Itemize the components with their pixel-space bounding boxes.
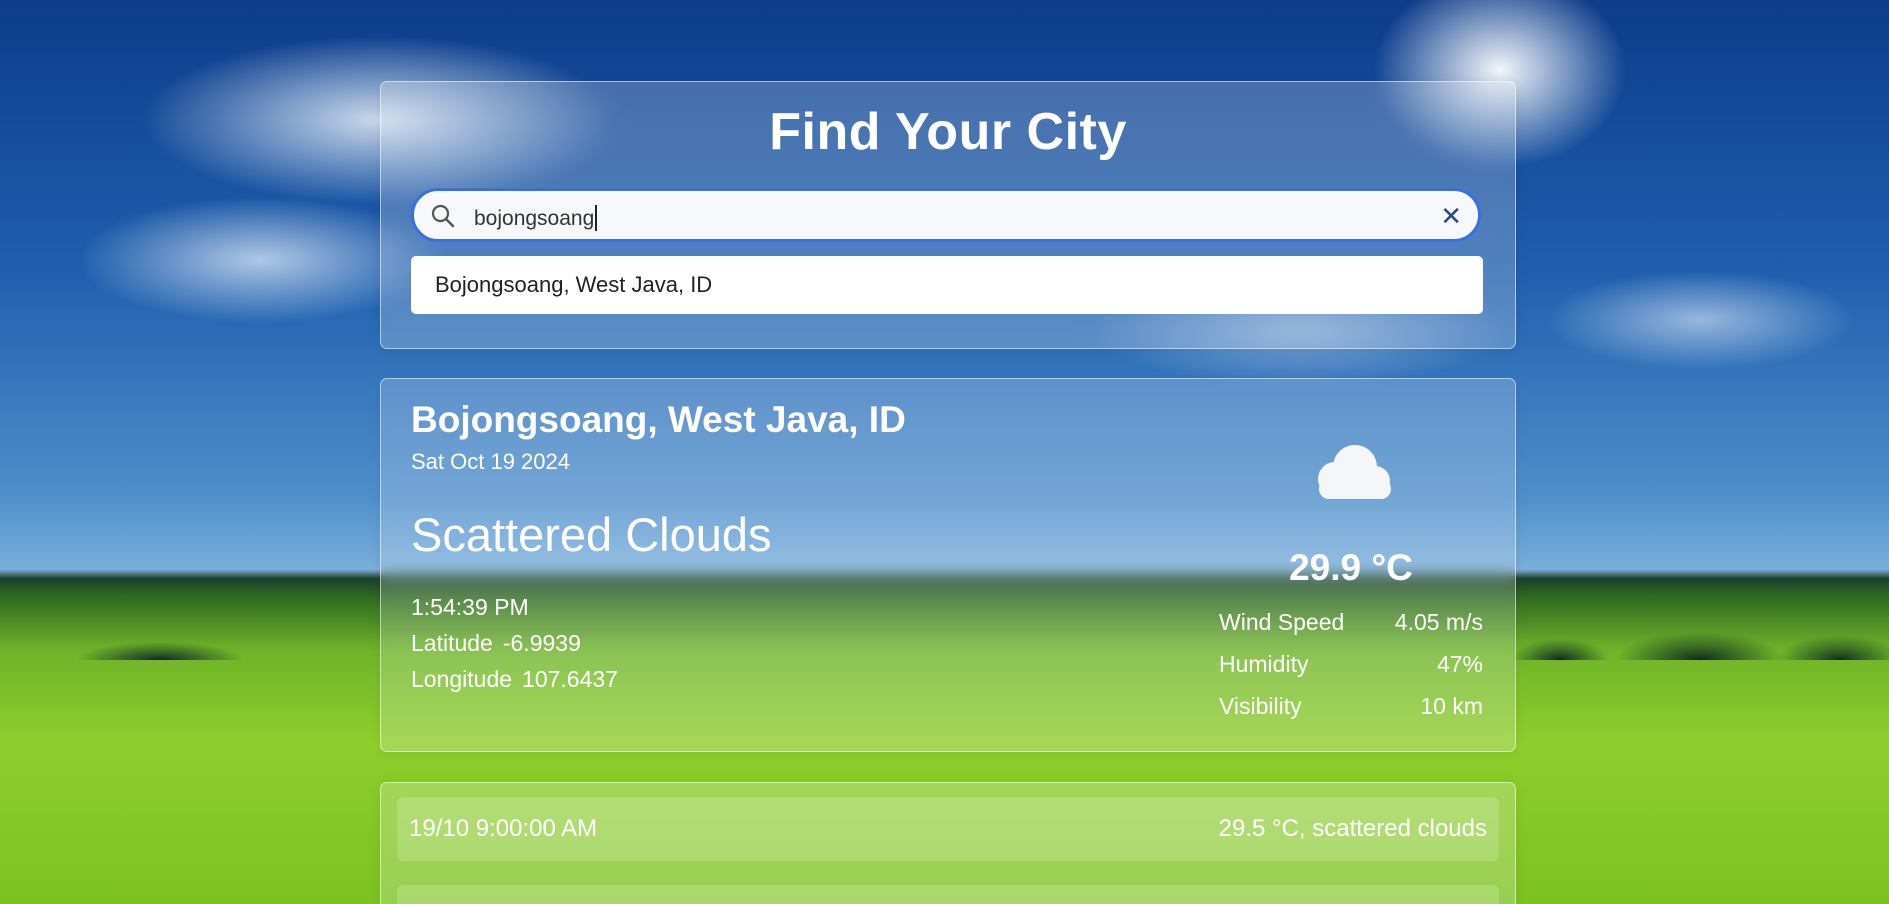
stat-wind-speed: Wind Speed 4.05 m/s <box>1219 601 1483 643</box>
weather-card: Bojongsoang, West Java, ID Sat Oct 19 20… <box>380 378 1516 752</box>
latitude-row: Latitude -6.9939 <box>411 625 618 661</box>
weather-condition: Scattered Clouds <box>411 508 772 561</box>
forecast-summary: 29.5 °C, scattered clouds <box>1218 815 1487 842</box>
forecast-time: 19/10 9:00:00 AM <box>409 815 598 842</box>
stat-label: Wind Speed <box>1219 608 1345 635</box>
stat-humidity: Humidity 47% <box>1219 643 1483 685</box>
clear-icon[interactable]: ✕ <box>1440 201 1462 232</box>
stat-value: 10 km <box>1420 692 1483 719</box>
latitude-value: -6.9939 <box>502 630 581 656</box>
forecast-row: 19/10 9:00:00 AM 29.5 °C, scattered clou… <box>397 797 1499 861</box>
longitude-value: 107.6437 <box>522 666 618 692</box>
temperature: 29.9 °C <box>1289 547 1413 588</box>
stat-label: Visibility <box>1219 692 1302 719</box>
latitude-label: Latitude <box>411 630 493 656</box>
text-caret <box>595 205 598 231</box>
weather-date: Sat Oct 19 2024 <box>411 449 570 474</box>
location-info: 1:54:39 PM Latitude -6.9939 Longitude 107.… <box>411 589 618 697</box>
longitude-label: Longitude <box>411 666 513 692</box>
search-icon <box>431 204 455 228</box>
stat-value: 4.05 m/s <box>1394 608 1483 635</box>
search-card: Find Your City bojongsoang ✕ Bojongsoang… <box>380 81 1516 349</box>
search-input-value[interactable]: bojongsoang <box>474 205 598 231</box>
city-name: Bojongsoang, West Java, ID <box>411 399 906 440</box>
forecast-card: 19/10 9:00:00 AM 29.5 °C, scattered clou… <box>380 782 1516 904</box>
stat-label: Humidity <box>1219 650 1309 677</box>
stat-value: 47% <box>1436 650 1483 677</box>
search-input[interactable]: bojongsoang ✕ <box>411 188 1481 242</box>
weather-stats: Wind Speed 4.05 m/s Humidity 47% Visibil… <box>1219 601 1483 727</box>
longitude-row: Longitude 107.6437 <box>411 661 618 697</box>
suggestion-item[interactable]: Bojongsoang, West Java, ID <box>411 256 1483 314</box>
page-title: Find Your City <box>769 103 1127 161</box>
cloud-icon <box>1318 445 1391 499</box>
local-time: 1:54:39 PM <box>411 594 529 620</box>
stat-visibility: Visibility 10 km <box>1219 685 1483 727</box>
forecast-row <box>397 885 1499 904</box>
